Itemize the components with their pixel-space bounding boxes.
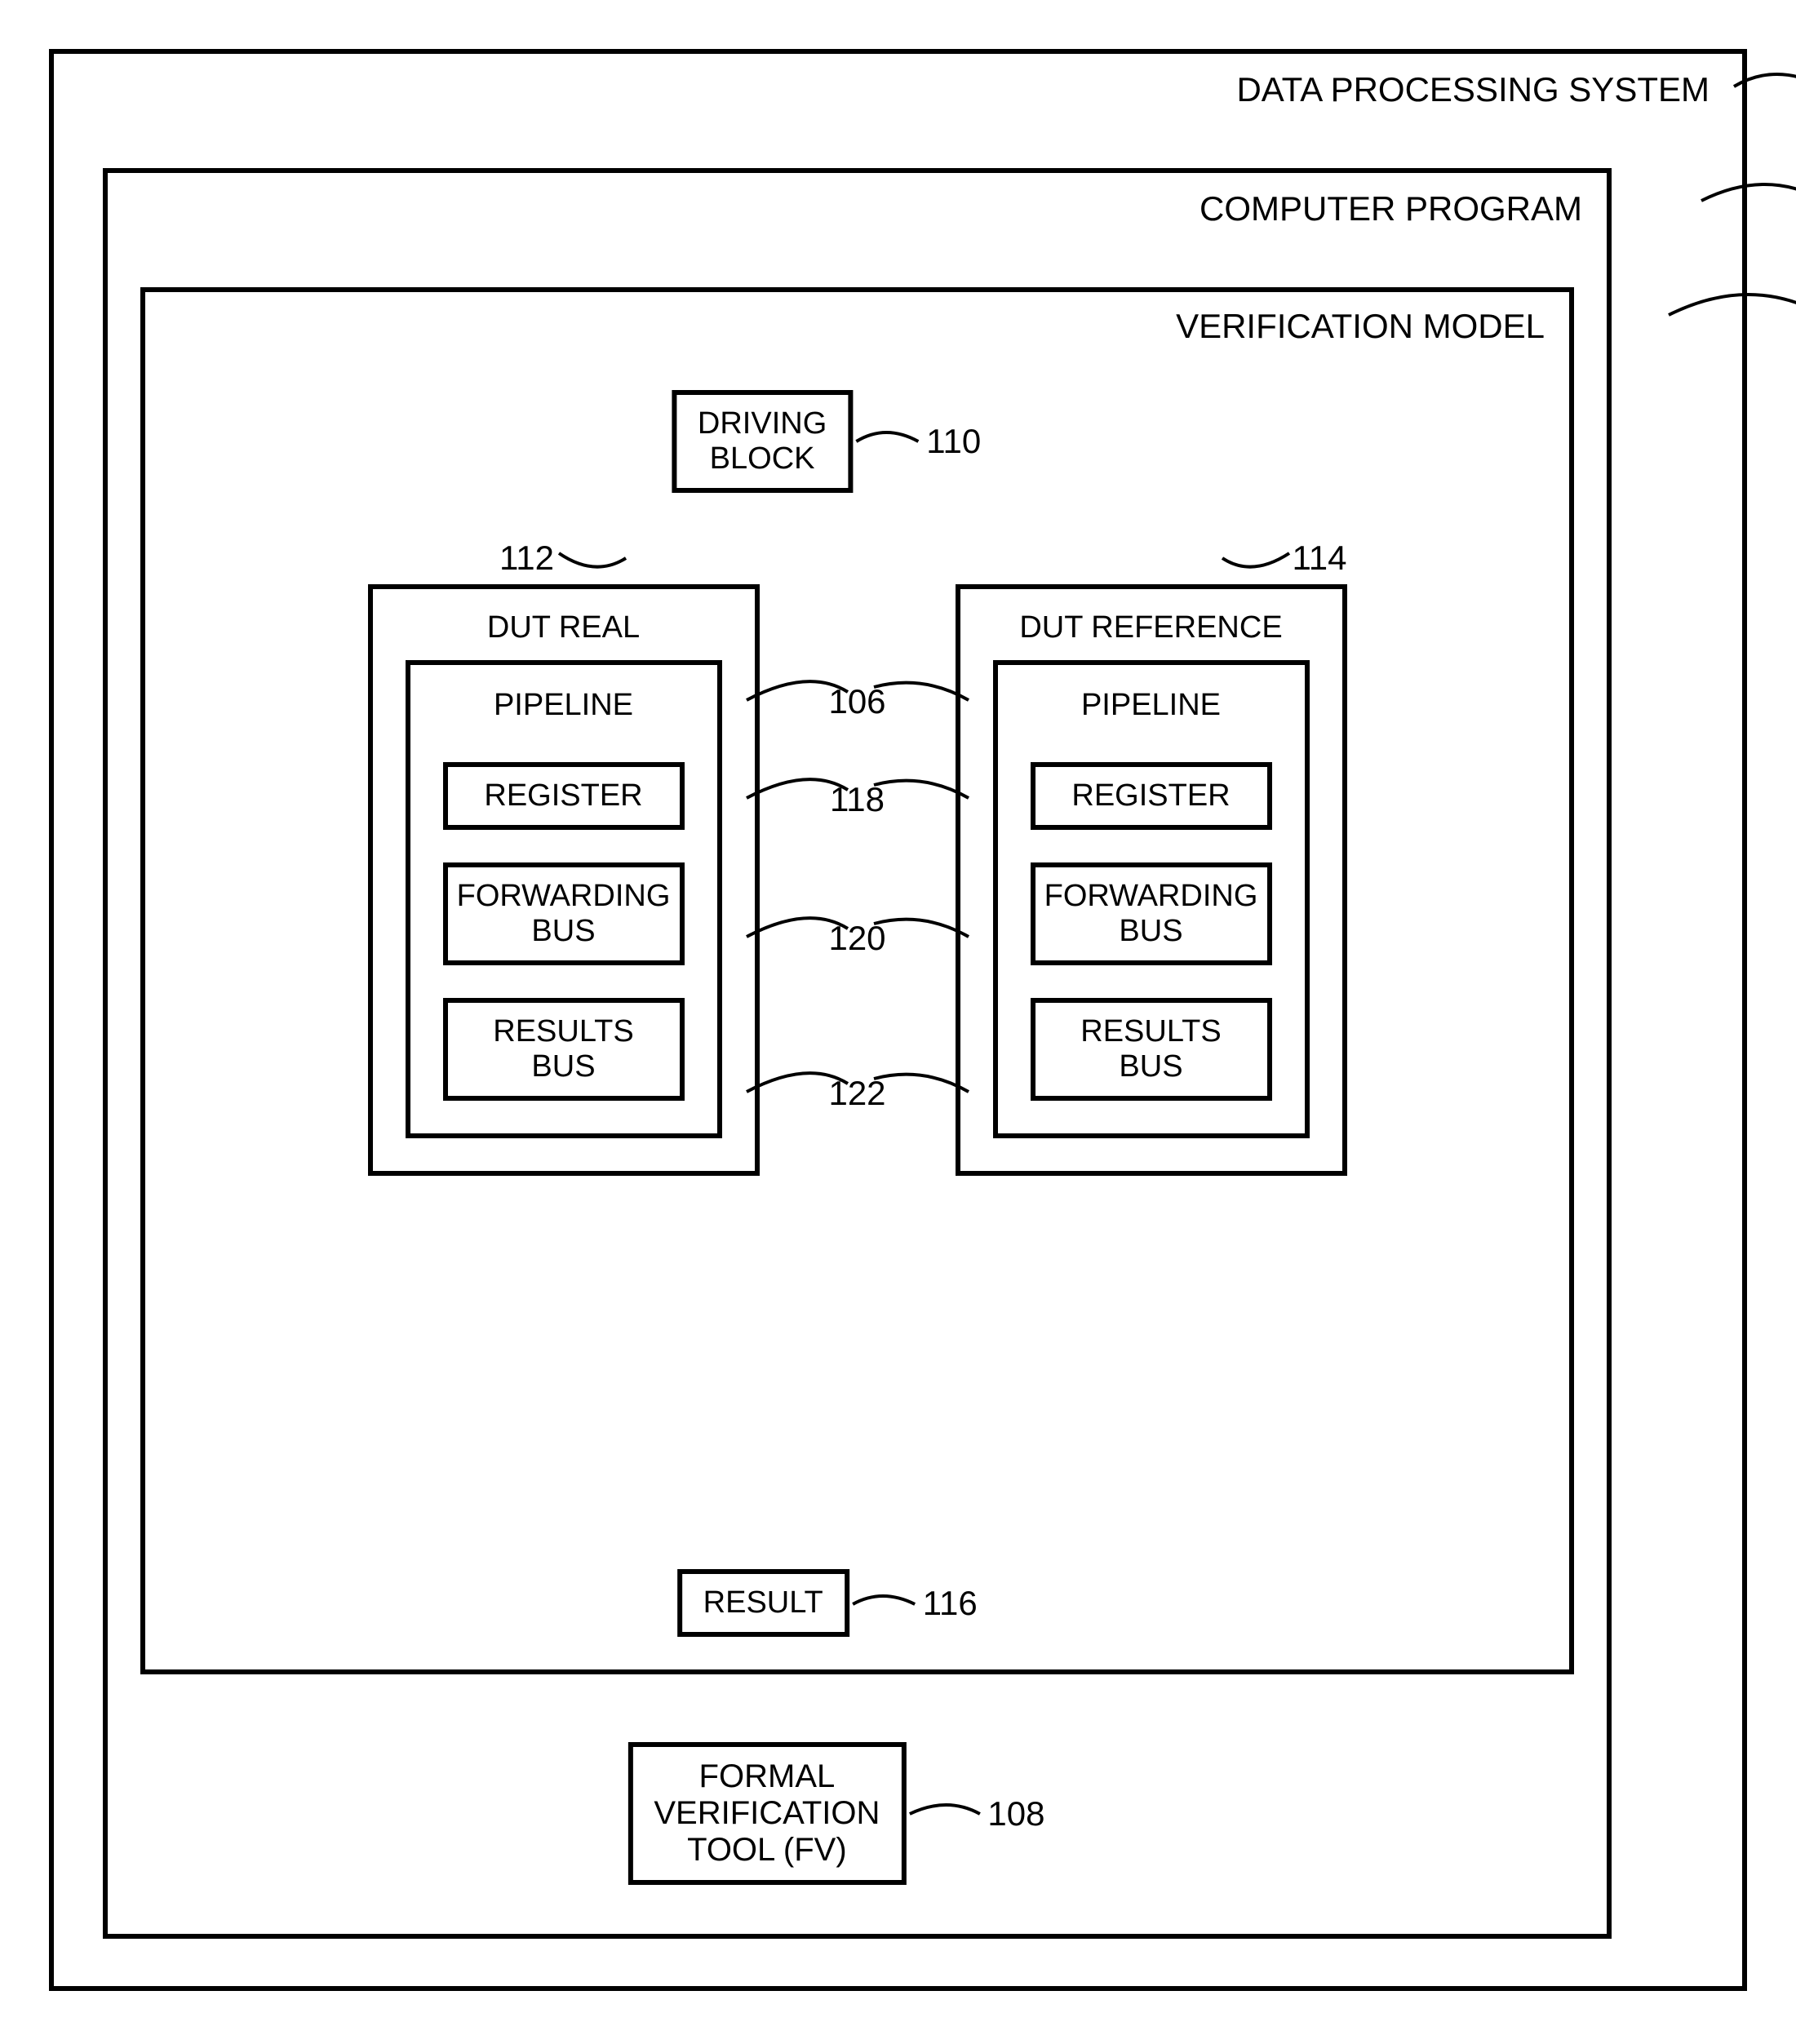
- dut-reference: DUT REFERENCE PIPELINE REGISTER FORWARDI…: [956, 584, 1347, 1176]
- results-bus-ref: 122: [828, 1074, 885, 1113]
- result-ref: 116: [923, 1584, 978, 1623]
- register-ref: 118: [830, 780, 885, 819]
- dut-real-pipeline: PIPELINE REGISTER FORWARDING BUS RESULTS…: [406, 660, 722, 1138]
- dut-real-results-bus: RESULTS BUS: [443, 998, 685, 1101]
- dut-reference-pipeline: PIPELINE REGISTER FORWARDING BUS RESULTS…: [993, 660, 1310, 1138]
- program-title: COMPUTER PROGRAM: [1200, 189, 1582, 228]
- dut-reference-register: REGISTER: [1031, 762, 1272, 830]
- driving-block-ref: 110: [926, 422, 981, 461]
- center-leader-overlay: [760, 537, 956, 1271]
- result-box: RESULT: [677, 1569, 849, 1637]
- verification-model: VERIFICATION MODEL DRIVING BLOCK 110 112…: [140, 287, 1574, 1674]
- pipeline-ref: 106: [828, 682, 885, 721]
- dut-real-fwd-bus: FORWARDING BUS: [443, 862, 685, 965]
- fv-tool-ref: 108: [987, 1794, 1044, 1833]
- outer-leader-overlay: [1734, 54, 1796, 543]
- model-title: VERIFICATION MODEL: [1176, 307, 1545, 346]
- fwd-bus-ref: 120: [828, 919, 885, 958]
- dut-real-ref: 112: [499, 539, 554, 578]
- dut-reference-title: DUT REFERENCE: [1019, 610, 1282, 645]
- formal-verification-tool: FORMAL VERIFICATION TOOL (FV): [627, 1742, 906, 1885]
- dut-reference-pipeline-title: PIPELINE: [1081, 688, 1221, 723]
- dut-real-title: DUT REAL: [487, 610, 640, 645]
- dut-reference-fwd-bus: FORWARDING BUS: [1031, 862, 1272, 965]
- system-title: DATA PROCESSING SYSTEM: [1236, 70, 1710, 109]
- dut-real-register: REGISTER: [443, 762, 685, 830]
- driving-block: DRIVING BLOCK: [672, 390, 853, 493]
- data-processing-system: DATA PROCESSING SYSTEM COMPUTER PROGRAM …: [49, 49, 1747, 1991]
- dut-real: DUT REAL PIPELINE REGISTER FORWARDING BU…: [368, 584, 760, 1176]
- dut-reference-results-bus: RESULTS BUS: [1031, 998, 1272, 1101]
- dut-real-pipeline-title: PIPELINE: [494, 688, 633, 723]
- computer-program: COMPUTER PROGRAM VERIFICATION MODEL DRIV…: [103, 168, 1612, 1939]
- dut-reference-ref: 114: [1293, 539, 1347, 578]
